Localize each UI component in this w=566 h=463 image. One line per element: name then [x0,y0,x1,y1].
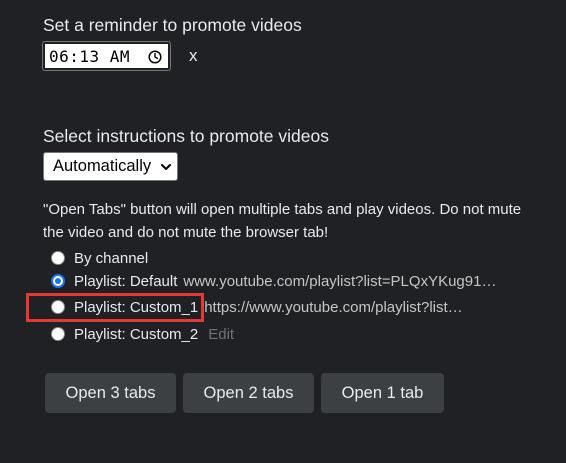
reminder-time-input[interactable]: 06:13 AM [42,41,171,71]
clock-icon[interactable] [148,50,162,64]
radio-playlist-custom-2[interactable] [51,327,65,341]
edit-playlist-link[interactable]: Edit [208,326,234,343]
option-by-channel[interactable]: By channel [50,248,148,268]
chevron-down-icon [161,164,171,170]
reminder-heading: Set a reminder to promote videos [43,15,302,35]
clear-reminder-button[interactable]: x [189,46,198,66]
instructions-select[interactable]: Automatically [43,152,178,181]
playlist-url: www.youtube.com/playlist?list=PLQxYKug91… [183,272,497,290]
option-playlist-custom-2[interactable]: Playlist: Custom_2 Edit [50,324,234,344]
option-label: Playlist: Custom_2 [74,325,199,343]
open-2-tabs-button[interactable]: Open 2 tabs [183,373,314,413]
option-label: Playlist: Default [74,272,178,290]
radio-playlist-default[interactable] [51,274,65,288]
open-3-tabs-button[interactable]: Open 3 tabs [45,373,176,413]
reminder-time-value: 06:13 AM [49,46,131,66]
open-1-tab-button[interactable]: Open 1 tab [321,373,444,413]
instructions-select-value: Automatically [53,157,152,175]
playlist-url: https://www.youtube.com/playlist?list… [204,298,463,316]
highlight-box [26,293,204,322]
promote-settings-page: Set a reminder to promote videos 06:13 A… [0,0,566,463]
open-tabs-info-text: "Open Tabs" button will open multiple ta… [43,201,522,241]
option-label: By channel [74,249,149,267]
radio-by-channel[interactable] [51,251,65,265]
instructions-heading: Select instructions to promote videos [43,126,329,146]
option-playlist-default[interactable]: Playlist: Default www.youtube.com/playli… [50,271,496,291]
